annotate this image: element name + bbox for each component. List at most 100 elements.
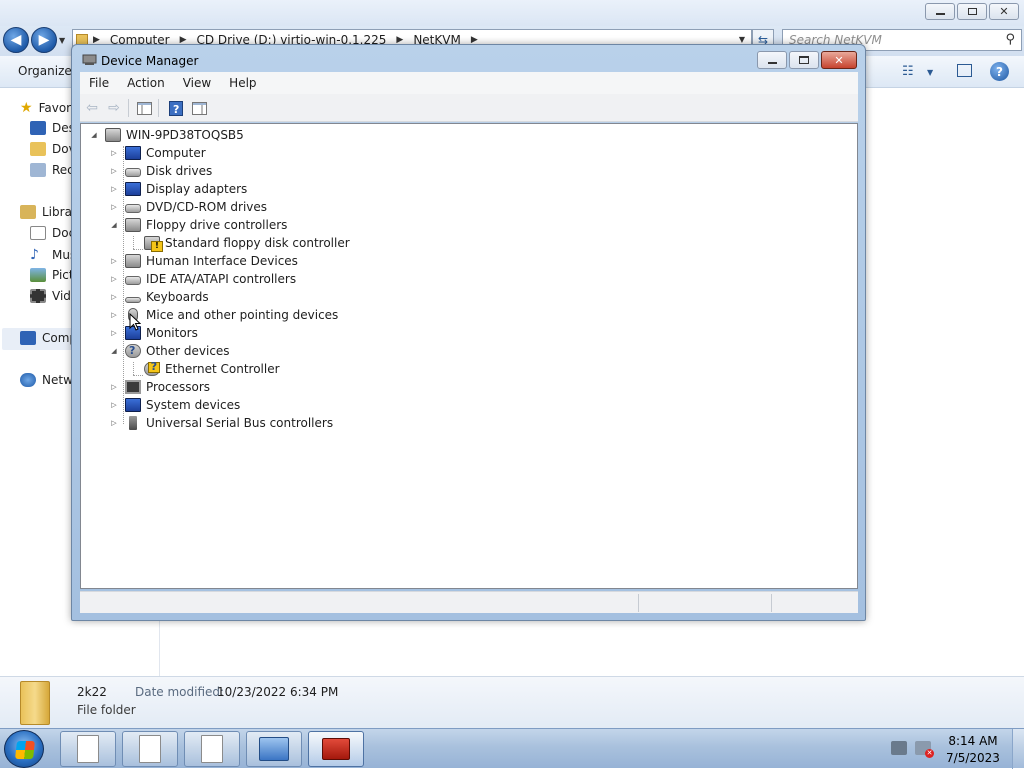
show-desktop-button[interactable] xyxy=(1012,729,1024,769)
tree-label: Keyboards xyxy=(146,290,209,304)
status-bar xyxy=(80,591,858,613)
address-dropdown-icon[interactable]: ▼ xyxy=(739,35,745,44)
taskbar-button-explorer-3[interactable] xyxy=(184,731,240,767)
tree-item-ide-controllers[interactable]: ▷ IDE ATA/ATAPI controllers xyxy=(109,270,296,288)
nav-documents[interactable]: Doc xyxy=(30,226,75,240)
nav-label: Favor xyxy=(38,101,72,115)
collapse-icon[interactable]: ◢ xyxy=(109,347,119,355)
expand-icon[interactable]: ▷ xyxy=(109,257,119,265)
tree-item-keyboards[interactable]: ▷ Keyboards xyxy=(109,288,209,306)
nav-music[interactable]: ♪ Mus xyxy=(30,247,76,263)
nav-favorites[interactable]: ★ Favor xyxy=(20,100,71,116)
tree-item-mice[interactable]: ▷ Mice and other pointing devices xyxy=(109,306,338,324)
collapse-icon[interactable]: ◢ xyxy=(109,221,119,229)
taskbar-button-control-panel[interactable] xyxy=(246,731,302,767)
tree-item-other-devices[interactable]: ◢ Other devices xyxy=(109,342,230,360)
date-modified-label: Date modified: xyxy=(135,685,225,699)
taskbar-button-device-manager[interactable] xyxy=(308,731,364,767)
pictures-icon xyxy=(30,268,46,282)
start-button[interactable] xyxy=(4,730,44,768)
tree-label: Monitors xyxy=(146,326,198,340)
back-arrow-icon: ◀ xyxy=(10,32,22,48)
taskbar: ✕ 8:14 AM 7/5/2023 xyxy=(0,728,1024,769)
action-center-icon[interactable] xyxy=(891,741,907,755)
tree-item-processors[interactable]: ▷ Processors xyxy=(109,378,210,396)
clock-time[interactable]: 8:14 AM xyxy=(940,734,1006,748)
expand-icon[interactable]: ▷ xyxy=(109,383,119,391)
show-hide-action-pane-icon[interactable] xyxy=(191,100,207,116)
collapse-icon[interactable]: ◢ xyxy=(89,131,99,139)
star-icon: ★ xyxy=(20,100,33,116)
nav-pictures[interactable]: Pict xyxy=(30,268,74,282)
device-manager-icon xyxy=(82,53,97,66)
taskbar-button-explorer-1[interactable] xyxy=(60,731,116,767)
tree-item-monitors[interactable]: ▷ Monitors xyxy=(109,324,198,342)
device-tree[interactable]: ◢ WIN-9PD38TOQSB5 ▷ Computer ▷ Disk driv… xyxy=(80,123,858,589)
tree-item-usb-controllers[interactable]: ▷ Universal Serial Bus controllers xyxy=(109,414,333,432)
nav-computer[interactable]: Comp xyxy=(20,331,77,345)
organize-button[interactable]: Organize xyxy=(18,64,72,78)
details-pane: 2k22 Date modified: 10/23/2022 6:34 PM F… xyxy=(0,676,1024,728)
expand-icon[interactable]: ▷ xyxy=(109,293,119,301)
tree-item-display-adapters[interactable]: ▷ Display adapters xyxy=(109,180,247,198)
tree-item-dvd-drives[interactable]: ▷ DVD/CD-ROM drives xyxy=(109,198,267,216)
back-icon[interactable]: ⇦ xyxy=(84,100,100,116)
tree-label: Display adapters xyxy=(146,182,248,196)
help-icon[interactable]: ? xyxy=(168,100,184,116)
nav-desktop[interactable]: Des xyxy=(30,121,75,135)
menu-view[interactable]: View xyxy=(174,76,220,90)
preview-pane-icon[interactable] xyxy=(957,64,972,77)
menu-bar: File Action View Help xyxy=(80,72,858,94)
tree-item-computer[interactable]: ▷ Computer xyxy=(109,144,206,162)
search-icon[interactable]: ⚲ xyxy=(1005,32,1015,47)
back-button[interactable]: ◀ xyxy=(3,27,29,53)
nav-network[interactable]: Netw xyxy=(20,373,73,387)
device-manager-window[interactable]: Device Manager ✕ File Action View Help ⇦… xyxy=(71,44,866,621)
tree-item-standard-floppy-controller[interactable]: Standard floppy disk controller xyxy=(144,234,350,252)
tree-item-system-devices[interactable]: ▷ System devices xyxy=(109,396,240,414)
expand-icon[interactable]: ▷ xyxy=(109,149,119,157)
network-icon xyxy=(20,373,36,387)
help-icon[interactable]: ? xyxy=(990,62,1009,81)
forward-arrow-icon: ▶ xyxy=(38,32,50,48)
menu-help[interactable]: Help xyxy=(220,76,265,90)
view-dropdown-icon[interactable]: ▼ xyxy=(927,68,933,77)
show-hide-console-tree-icon[interactable] xyxy=(136,100,152,116)
tree-item-disk-drives[interactable]: ▷ Disk drives xyxy=(109,162,212,180)
taskbar-button-explorer-2[interactable] xyxy=(122,731,178,767)
videos-icon xyxy=(30,289,46,303)
close-button[interactable]: ✕ xyxy=(821,51,857,69)
expand-icon[interactable]: ▷ xyxy=(109,419,119,427)
expand-icon[interactable]: ▷ xyxy=(109,203,119,211)
nav-downloads[interactable]: Dov xyxy=(30,142,76,156)
toolbox-icon xyxy=(322,738,350,760)
tree-item-ethernet-controller[interactable]: Ethernet Controller xyxy=(144,360,280,378)
maximize-button[interactable] xyxy=(789,51,819,69)
close-button[interactable]: ✕ xyxy=(989,3,1019,20)
tree-item-human-interface-devices[interactable]: ▷ Human Interface Devices xyxy=(109,252,298,270)
expand-icon[interactable]: ▷ xyxy=(109,311,119,319)
tree-label: Floppy drive controllers xyxy=(146,218,288,232)
menu-file[interactable]: File xyxy=(80,76,118,90)
expand-icon[interactable]: ▷ xyxy=(109,185,119,193)
recent-pages-icon[interactable]: ▼ xyxy=(59,36,65,45)
minimize-button[interactable] xyxy=(757,51,787,69)
expand-icon[interactable]: ▷ xyxy=(109,329,119,337)
tree-root[interactable]: ◢ WIN-9PD38TOQSB5 xyxy=(89,126,244,144)
network-disconnected-icon[interactable]: ✕ xyxy=(915,741,934,758)
nav-libraries[interactable]: Librar xyxy=(20,205,77,219)
view-options-icon[interactable]: ☷ xyxy=(902,64,914,79)
clock-date[interactable]: 7/5/2023 xyxy=(940,751,1006,765)
forward-icon[interactable]: ⇨ xyxy=(106,100,122,116)
restore-button[interactable] xyxy=(957,3,987,20)
keyboard-icon xyxy=(125,296,141,303)
tree-item-floppy-controllers[interactable]: ◢ Floppy drive controllers xyxy=(109,216,287,234)
minimize-button[interactable] xyxy=(925,3,955,20)
forward-button[interactable]: ▶ xyxy=(31,27,57,53)
menu-action[interactable]: Action xyxy=(118,76,174,90)
expand-icon[interactable]: ▷ xyxy=(109,401,119,409)
expand-icon[interactable]: ▷ xyxy=(109,275,119,283)
expand-icon[interactable]: ▷ xyxy=(109,167,119,175)
tree-label: Other devices xyxy=(146,344,230,358)
nav-recent[interactable]: Rec xyxy=(30,163,74,177)
